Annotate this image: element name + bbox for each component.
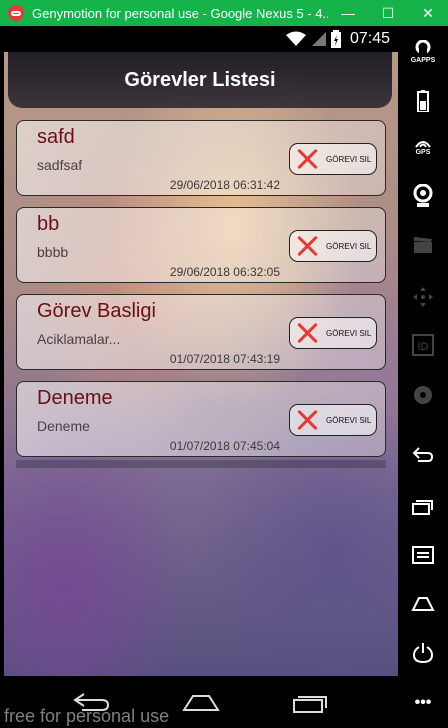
recent-apps-icon[interactable] bbox=[292, 692, 330, 714]
task-title: safd bbox=[37, 126, 75, 148]
device-id-icon: ID bbox=[412, 334, 434, 356]
gapps-icon bbox=[415, 40, 431, 56]
task-date: 29/06/2018 06:32:05 bbox=[169, 265, 280, 279]
delete-x-icon bbox=[296, 235, 318, 257]
maximize-button[interactable]: ☐ bbox=[368, 0, 408, 26]
task-title: bb bbox=[37, 213, 60, 235]
gps-label: GPS bbox=[415, 149, 431, 156]
list-footer-divider bbox=[16, 460, 386, 468]
dpad-icon bbox=[413, 287, 433, 307]
clapperboard-icon bbox=[414, 237, 432, 253]
task-description: sadfsaf bbox=[37, 157, 83, 173]
webcam-icon bbox=[413, 184, 433, 207]
task-card[interactable]: bb bbbb 29/06/2018 06:32:05 GÖREVI SIL bbox=[16, 207, 386, 283]
task-card[interactable]: Görev Basligi Aciklamalar... 01/07/2018 … bbox=[16, 294, 386, 370]
webcam-button[interactable] bbox=[398, 184, 448, 208]
device-recent-button[interactable] bbox=[398, 498, 448, 516]
page-title: Görevler Listesi bbox=[124, 68, 276, 91]
device-id-label: ID bbox=[418, 341, 429, 353]
minimize-button[interactable]: — bbox=[328, 0, 368, 26]
battery-icon bbox=[417, 90, 429, 112]
delete-task-button[interactable]: GÖREVI SIL bbox=[289, 230, 377, 262]
task-description: Deneme bbox=[37, 418, 90, 434]
app-bar: Görevler Listesi bbox=[8, 52, 392, 108]
delete-task-label: GÖREVI SIL bbox=[326, 415, 372, 425]
status-bar: 07:45 bbox=[4, 26, 398, 52]
delete-x-icon bbox=[296, 409, 318, 431]
clock: 07:45 bbox=[349, 30, 390, 47]
screencast-button[interactable] bbox=[398, 236, 448, 254]
delete-task-button[interactable]: GÖREVI SIL bbox=[289, 317, 377, 349]
home-icon[interactable] bbox=[182, 692, 220, 712]
device-screen: 07:45 Görevler Listesi safd sadfsaf 29/0… bbox=[4, 26, 398, 676]
device-id-button[interactable]: ID bbox=[398, 334, 448, 356]
battery-icon bbox=[330, 30, 341, 48]
task-date: 29/06/2018 06:31:42 bbox=[169, 178, 280, 192]
delete-task-button[interactable]: GÖREVI SIL bbox=[289, 143, 377, 175]
delete-task-label: GÖREVI SIL bbox=[326, 241, 372, 251]
task-title: Görev Basligi bbox=[37, 300, 156, 322]
task-date: 01/07/2018 07:45:04 bbox=[169, 439, 280, 453]
disk-icon bbox=[414, 386, 432, 404]
device-home-button[interactable] bbox=[398, 596, 448, 612]
home-icon bbox=[411, 597, 435, 611]
recent-apps-icon bbox=[412, 500, 433, 515]
gps-signal-icon bbox=[415, 141, 431, 148]
back-arrow-icon bbox=[412, 447, 434, 462]
gapps-button[interactable]: GAPPS bbox=[398, 40, 448, 64]
delete-task-label: GÖREVI SIL bbox=[326, 328, 372, 338]
delete-x-icon bbox=[296, 148, 318, 170]
watermark-text: free for personal use bbox=[4, 706, 170, 726]
delete-task-button[interactable]: GÖREVI SIL bbox=[289, 404, 377, 436]
window-title: Genymotion for personal use - Google Nex… bbox=[32, 5, 328, 21]
signal-icon bbox=[311, 32, 326, 46]
device-power-button[interactable] bbox=[398, 642, 448, 664]
task-date: 01/07/2018 07:43:19 bbox=[169, 352, 280, 366]
delete-task-label: GÖREVI SIL bbox=[326, 154, 372, 164]
gapps-label: GAPPS bbox=[410, 57, 436, 64]
remote-control-button[interactable] bbox=[398, 286, 448, 308]
battery-button[interactable] bbox=[398, 90, 448, 112]
task-list: safd sadfsaf 29/06/2018 06:31:42 GÖREVI … bbox=[16, 120, 386, 468]
device-back-button[interactable] bbox=[398, 446, 448, 464]
task-card[interactable]: safd sadfsaf 29/06/2018 06:31:42 GÖREVI … bbox=[16, 120, 386, 196]
task-card[interactable]: Deneme Deneme 01/07/2018 07:45:04 GÖREVI… bbox=[16, 381, 386, 457]
more-options-button[interactable]: ••• bbox=[398, 694, 448, 712]
task-description: Aciklamalar... bbox=[37, 331, 121, 347]
delete-x-icon bbox=[296, 322, 318, 344]
task-description: bbbb bbox=[37, 244, 69, 260]
task-title: Deneme bbox=[37, 387, 113, 409]
gps-button[interactable]: GPS bbox=[398, 138, 448, 156]
close-button[interactable]: ✕ bbox=[408, 0, 448, 26]
device-menu-button[interactable] bbox=[398, 546, 448, 564]
menu-icon bbox=[412, 546, 434, 564]
genymotion-logo-icon bbox=[8, 5, 24, 21]
window-titlebar: Genymotion for personal use - Google Nex… bbox=[0, 0, 448, 26]
genymotion-toolbar: GAPPS GPS ID ••• bbox=[398, 26, 448, 728]
disk-io-button[interactable] bbox=[398, 384, 448, 406]
wifi-icon bbox=[285, 31, 306, 46]
power-icon bbox=[412, 643, 434, 664]
